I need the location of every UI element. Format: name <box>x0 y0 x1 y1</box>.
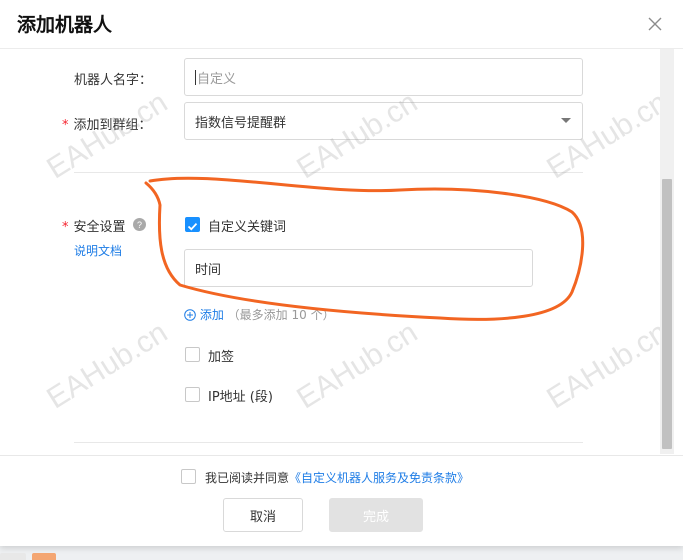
required-mark: * <box>62 220 69 235</box>
add-keyword-link[interactable]: 添加 （最多添加 10 个） <box>184 306 335 324</box>
scrollbar-thumb[interactable] <box>662 179 672 449</box>
scrollbar[interactable] <box>660 49 674 454</box>
checkmark-icon <box>187 222 198 231</box>
agree-checkbox[interactable] <box>181 469 196 484</box>
sign-checkbox[interactable] <box>185 347 200 362</box>
robot-name-label: 机器人名字： <box>74 73 153 88</box>
keyword-value: 时间 <box>195 262 222 278</box>
keyword-input[interactable]: 时间 <box>184 249 533 287</box>
group-label: * 添加到群组： <box>62 114 152 133</box>
custom-keyword-label: 自定义关键词 <box>208 220 287 235</box>
robot-name-placeholder: 自定义 <box>197 71 237 87</box>
close-icon[interactable] <box>643 12 667 36</box>
agree-statement: 我已阅读并同意《自定义机器人服务及免责条款》 <box>205 469 469 486</box>
watermark: EAHub.cn <box>291 315 424 416</box>
dialog-body: 机器人名字： 自定义 * 添加到群组： 指数信号提醒群 * 安全设置 ? 说明文档 … <box>0 49 660 454</box>
group-select[interactable]: 指数信号提醒群 <box>184 102 583 140</box>
sign-label: 加签 <box>208 350 235 365</box>
robot-name-input[interactable]: 自定义 <box>184 58 583 96</box>
dialog-header: 添加机器人 <box>0 0 683 49</box>
ip-checkbox[interactable] <box>185 387 200 402</box>
security-label-text: 安全设置 <box>73 220 126 235</box>
dialog-title: 添加机器人 <box>17 14 113 36</box>
text-caret <box>195 69 196 85</box>
agree-text: 我已阅读并同意 <box>205 471 290 485</box>
group-label-text: 添加到群组： <box>73 118 152 133</box>
group-selected-value: 指数信号提醒群 <box>195 115 287 131</box>
required-mark: * <box>62 118 69 133</box>
terms-link[interactable]: 《自定义机器人服务及免责条款》 <box>289 471 469 485</box>
done-button[interactable]: 完成 <box>329 498 423 532</box>
custom-keyword-checkbox[interactable] <box>185 217 200 232</box>
add-link-text: 添加 <box>199 308 224 322</box>
background-tab <box>0 553 26 560</box>
watermark: EAHub.cn <box>541 315 660 416</box>
question-circle-icon[interactable]: ? <box>133 216 146 235</box>
bottom-divider <box>74 442 583 443</box>
ip-label: IP地址 (段) <box>208 390 273 405</box>
background-tab <box>32 553 56 560</box>
dialog-footer: 我已阅读并同意《自定义机器人服务及免责条款》 取消 完成 <box>0 455 683 546</box>
svg-text:?: ? <box>137 220 142 230</box>
caret-down-icon <box>560 114 572 129</box>
section-divider <box>74 172 583 173</box>
doc-link[interactable]: 说明文档 <box>74 242 122 259</box>
security-label: * 安全设置 <box>62 216 126 235</box>
plus-circle-icon <box>184 309 196 324</box>
watermark: EAHub.cn <box>41 315 174 416</box>
add-limit-hint: （最多添加 10 个） <box>227 308 335 322</box>
cancel-button[interactable]: 取消 <box>223 498 303 532</box>
add-robot-dialog: 添加机器人 机器人名字： 自定义 * 添加到群组： 指数信号提醒群 * 安全设置 ?… <box>0 0 683 546</box>
